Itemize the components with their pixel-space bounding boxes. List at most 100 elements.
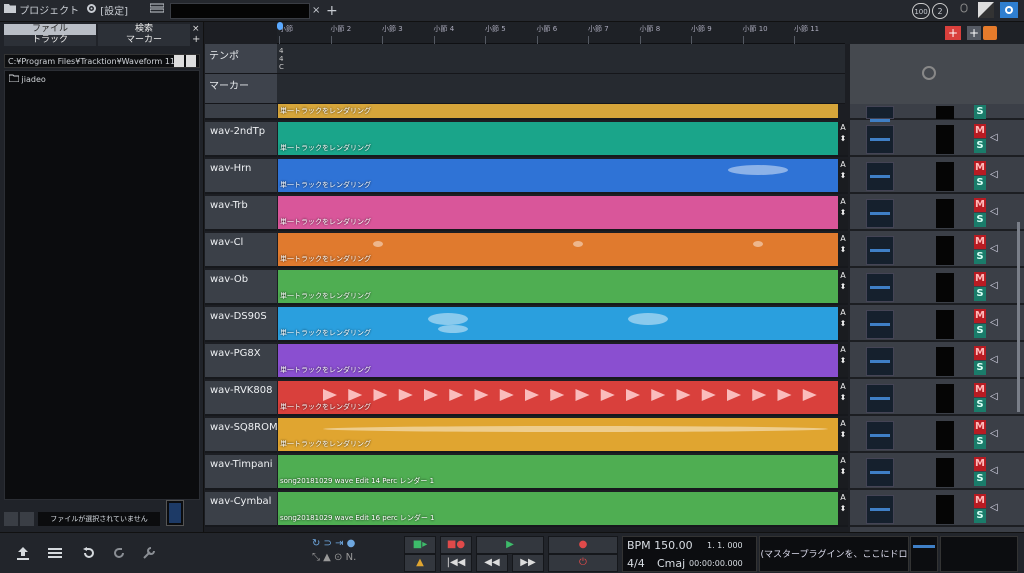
mute-button[interactable]: M: [974, 383, 986, 397]
solo-button[interactable]: S: [974, 287, 986, 301]
plugin-slot[interactable]: [936, 310, 954, 339]
rewind-icon[interactable]: ◀◀: [476, 554, 508, 572]
audio-clip[interactable]: 単一トラックをレンダリング: [278, 196, 838, 231]
layout-icon[interactable]: [978, 2, 994, 18]
up-folder-icon[interactable]: [174, 55, 184, 67]
settings-menu[interactable]: [設定]: [86, 3, 128, 19]
mute-button[interactable]: M: [974, 420, 986, 434]
plugin-slot[interactable]: [936, 421, 954, 450]
mute-button[interactable]: M: [974, 494, 986, 508]
audio-clip[interactable]: 単一トラックをレンダリング: [278, 344, 838, 379]
plugin-slot[interactable]: [936, 236, 954, 265]
automation-button[interactable]: A ⬍: [838, 381, 848, 416]
audio-clip[interactable]: 単一トラックをレンダリング: [278, 418, 838, 453]
solo-button[interactable]: S: [974, 398, 986, 412]
speaker-icon[interactable]: ◁: [990, 354, 998, 365]
audio-clip[interactable]: 単一トラックをレンダリング: [278, 233, 838, 268]
automation-button[interactable]: A ⬍: [838, 159, 848, 194]
add-plugin-button[interactable]: +: [967, 26, 981, 40]
solo-button[interactable]: S: [974, 435, 986, 449]
volume-plugin[interactable]: [866, 199, 894, 228]
new-folder-icon[interactable]: [186, 55, 196, 67]
volume-plugin[interactable]: [866, 458, 894, 487]
key-value[interactable]: Cmaj: [657, 557, 685, 570]
mute-button[interactable]: M: [974, 272, 986, 286]
preview-play-icon[interactable]: [4, 512, 18, 526]
volume-plugin[interactable]: [866, 125, 894, 154]
track-header[interactable]: wav-2ndTp: [205, 122, 277, 157]
list-item[interactable]: jiadeo: [8, 74, 46, 84]
track-header[interactable]: wav-DS90S: [205, 307, 277, 342]
automation-button[interactable]: A ⬍: [838, 233, 848, 268]
automation-button[interactable]: A ⬍: [838, 270, 848, 305]
mute-button[interactable]: M: [974, 124, 986, 138]
speaker-icon[interactable]: ◁: [990, 132, 998, 143]
bpm-value[interactable]: BPM 150.00: [627, 539, 693, 552]
speaker-icon[interactable]: ◁: [990, 206, 998, 217]
play-in-button[interactable]: ■▸: [404, 536, 436, 554]
master-plugin-drop[interactable]: (マスタープラグインを、ここにドロップ): [759, 536, 909, 572]
marker-track-header[interactable]: マーカー: [205, 74, 277, 104]
plugin-slot[interactable]: [936, 458, 954, 487]
volume-plugin[interactable]: [866, 106, 894, 122]
tempo-lane[interactable]: 4 4 C: [277, 44, 845, 74]
plugin-slot[interactable]: [936, 273, 954, 302]
project-menu[interactable]: プロジェクト: [4, 3, 79, 19]
record-icon[interactable]: ●: [548, 536, 618, 554]
automation-button[interactable]: A ⬍: [838, 307, 848, 342]
tab-search[interactable]: 検索: [98, 24, 190, 35]
plugin-slot[interactable]: [936, 125, 954, 154]
plugin-slot[interactable]: [936, 162, 954, 191]
plugin-slot[interactable]: [936, 384, 954, 413]
automation-button[interactable]: A ⬍: [838, 455, 848, 490]
close-tab-button[interactable]: ×: [312, 3, 320, 19]
mute-button[interactable]: M: [974, 161, 986, 175]
add-tab-button[interactable]: +: [326, 3, 338, 19]
speaker-icon[interactable]: ◁: [990, 280, 998, 291]
play-icon[interactable]: ▶: [476, 536, 544, 554]
plugin-slot[interactable]: [936, 347, 954, 376]
preview-list-icon[interactable]: [20, 512, 34, 526]
plugin-slot[interactable]: [936, 199, 954, 228]
volume-plugin[interactable]: [866, 310, 894, 339]
solo-button[interactable]: S: [974, 105, 986, 119]
tab-marker[interactable]: マーカー: [98, 35, 190, 46]
speaker-icon[interactable]: ◁: [990, 428, 998, 439]
mute-button[interactable]: M: [974, 235, 986, 249]
rewind-start-icon[interactable]: |◀◀: [440, 554, 472, 572]
wrench-icon[interactable]: [142, 545, 156, 564]
mute-button[interactable]: M: [974, 346, 986, 360]
upload-icon[interactable]: [16, 545, 30, 564]
plugin-slot[interactable]: [936, 495, 954, 524]
audio-clip[interactable]: song20181029 wave Edit 16 perc レンダー 1: [278, 492, 838, 527]
track-header[interactable]: wav-Cymbal: [205, 492, 277, 527]
timeline-ruler[interactable]: 小節 小節 2 小節 3 小節 4 小節 5 小節 6 小節 7 小節 8 小節 9 小節 10 小…: [277, 22, 871, 44]
playhead-marker[interactable]: [277, 22, 283, 30]
solo-button[interactable]: S: [974, 213, 986, 227]
solo-button[interactable]: S: [974, 176, 986, 190]
lock-icon[interactable]: ⤡ ▲ ⊙ N.: [312, 551, 384, 565]
volume-plugin[interactable]: [866, 347, 894, 376]
warning-icon[interactable]: ▲: [404, 554, 436, 572]
track-header[interactable]: wav-RVK808: [205, 381, 277, 416]
mute-button[interactable]: M: [974, 457, 986, 471]
file-list[interactable]: jiadeo: [4, 70, 200, 500]
automation-button[interactable]: A ⬍: [838, 196, 848, 231]
loop-tools[interactable]: ↻ ⊃ ⇥ ● ⤡ ▲ ⊙ N.: [312, 537, 384, 569]
mute-button[interactable]: M: [974, 309, 986, 323]
stop-icon[interactable]: ⏻: [548, 554, 618, 572]
solo-button[interactable]: S: [974, 324, 986, 338]
solo-button[interactable]: S: [974, 250, 986, 264]
volume-plugin[interactable]: [866, 384, 894, 413]
volume-plugin[interactable]: [866, 495, 894, 524]
audio-clip[interactable]: 単一トラックをレンダリング: [278, 381, 838, 416]
plugin-slot[interactable]: [936, 106, 954, 119]
tempo-display[interactable]: BPM 150.00 1. 1. 000 4/4 Cmaj 00:00:00.0…: [622, 536, 757, 572]
track-header[interactable]: [205, 104, 277, 120]
automation-button[interactable]: A ⬍: [838, 418, 848, 453]
loop-icon[interactable]: ↻ ⊃ ⇥ ●: [312, 537, 384, 551]
solo-button[interactable]: S: [974, 361, 986, 375]
add-track-button[interactable]: +: [945, 26, 961, 40]
audio-clip[interactable]: song20181029 wave Edit 14 Perc レンダー 1: [278, 455, 838, 490]
mic-icon[interactable]: [958, 3, 970, 19]
